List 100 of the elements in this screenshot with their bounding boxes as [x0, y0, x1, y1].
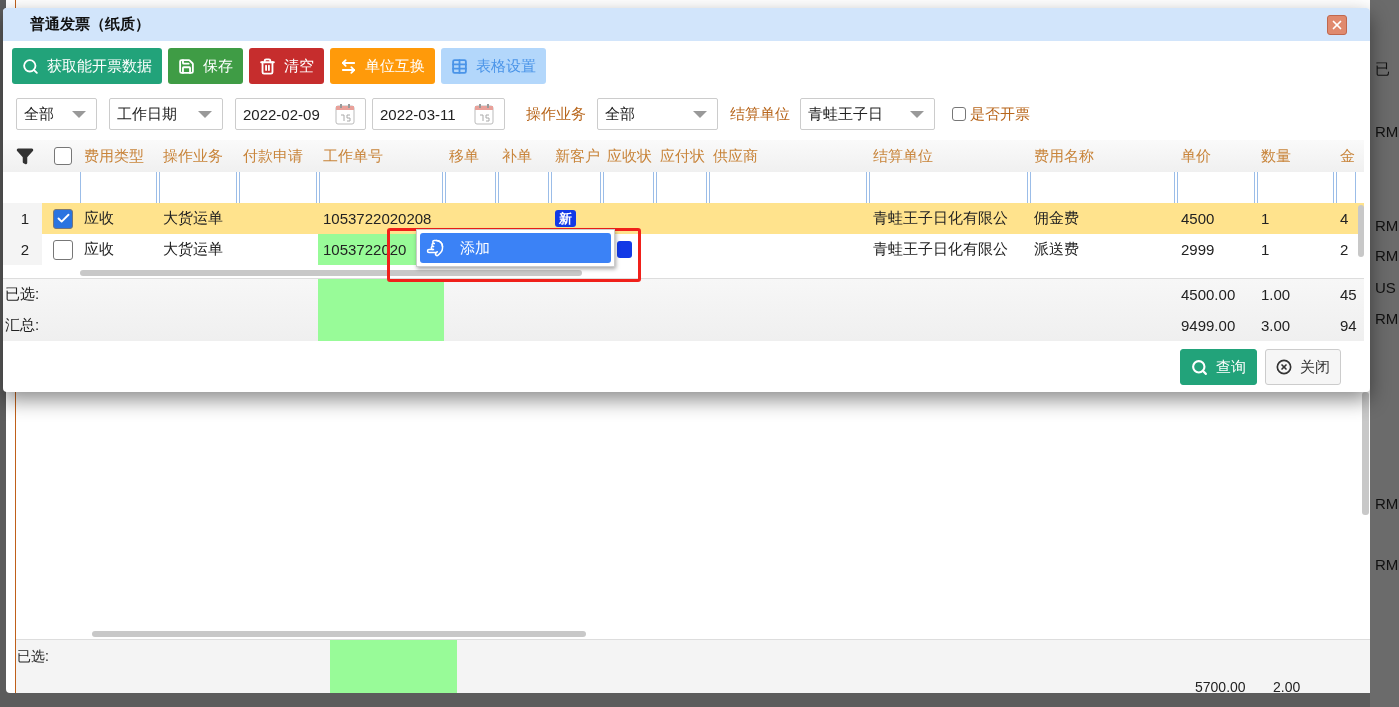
table-cell: 4500 — [1181, 210, 1215, 227]
column-header[interactable]: 付款申请 — [243, 146, 303, 166]
column-header[interactable]: 操作业务 — [163, 146, 223, 166]
caret-icon — [198, 110, 212, 118]
table-cell: RM — [1375, 556, 1399, 573]
close-icon[interactable] — [1327, 14, 1347, 35]
column-header[interactable]: 单价 — [1181, 146, 1211, 166]
check-icon — [55, 211, 71, 226]
scrollbar[interactable] — [1362, 392, 1369, 515]
table-cell: 应收 — [84, 209, 114, 228]
toolbar-button[interactable]: 保存 — [168, 48, 243, 84]
business-label: 操作业务 — [526, 104, 586, 124]
trash-icon — [259, 57, 276, 75]
column-filter-field[interactable] — [80, 172, 157, 203]
column-header[interactable]: 应付状 — [660, 146, 705, 166]
table-cell: 应收 — [84, 240, 114, 259]
column-header[interactable]: 工作单号 — [323, 146, 383, 166]
table-cell: RM — [1375, 217, 1399, 234]
column-filter-field[interactable] — [1177, 172, 1255, 203]
summary-value: 45 — [1340, 286, 1357, 303]
table-cell: 1053722020208 — [323, 210, 432, 227]
scope-select[interactable]: 全部 — [16, 98, 97, 130]
calendar-icon[interactable] — [335, 103, 355, 125]
column-header[interactable]: 应收状 — [607, 146, 652, 166]
column-header[interactable]: 数量 — [1261, 146, 1291, 166]
table-row[interactable]: 1 应收 大货运单 1053722020208 新 青蛙王子日化有限公 佣金费 4500 1 4 — [3, 203, 1364, 234]
column-header[interactable]: 供应商 — [713, 146, 758, 166]
summary-value: 94 — [1340, 317, 1357, 334]
column-filter-field[interactable] — [551, 172, 601, 203]
summary-label: 已选: — [17, 648, 49, 666]
search-icon — [1191, 358, 1208, 376]
column-header[interactable]: 结算单位 — [873, 146, 933, 166]
column-header[interactable]: 新客户 — [555, 146, 600, 166]
scrollbar[interactable] — [92, 631, 586, 637]
query-button[interactable]: 查询 — [1180, 349, 1257, 385]
toolbar-button[interactable]: 获取能开票数据 — [12, 48, 162, 84]
dialog-title: 普通发票（纸质） — [30, 15, 150, 34]
close-button[interactable]: 关闭 — [1265, 349, 1341, 385]
summary-value: 4500.00 — [1181, 286, 1236, 303]
invoiced-checkbox[interactable]: 是否开票 — [952, 104, 1030, 124]
date-field[interactable]: 2022-02-09 — [235, 98, 366, 130]
table-cell: 已 — [1375, 60, 1390, 79]
table-cell: RM — [1375, 495, 1399, 512]
column-header[interactable]: 金 — [1340, 146, 1355, 166]
swap-arrows-icon — [340, 57, 357, 75]
column-filter-field[interactable] — [1336, 172, 1356, 203]
table-cell: 4 — [1340, 210, 1349, 227]
settlement-select[interactable]: 青蛙王子日 — [800, 98, 935, 130]
column-filter-field[interactable] — [498, 172, 549, 203]
table-cell: 1 — [1261, 241, 1270, 258]
column-filter-field[interactable] — [869, 172, 1028, 203]
table-cell: 2999 — [1181, 241, 1215, 258]
column-filter-field[interactable] — [239, 172, 317, 203]
table-cell: 派送费 — [1034, 240, 1079, 259]
column-filter-field[interactable] — [1257, 172, 1334, 203]
calendar-icon[interactable] — [474, 103, 494, 125]
business-select[interactable]: 全部 — [597, 98, 718, 130]
column-header[interactable]: 补单 — [502, 146, 532, 166]
column-header[interactable]: 费用名称 — [1034, 146, 1094, 166]
caret-icon — [693, 110, 707, 118]
row-number: 1 — [20, 210, 30, 227]
hand-icon — [426, 239, 444, 257]
summary-value: 2.00 — [1273, 679, 1301, 695]
menu-item[interactable]: 添加 — [420, 233, 611, 263]
filter-icon[interactable] — [16, 147, 34, 165]
column-filter-field[interactable] — [1030, 172, 1175, 203]
summary-value: 9499.00 — [1181, 317, 1236, 334]
row-checkbox[interactable] — [53, 239, 73, 260]
column-filter-field[interactable] — [603, 172, 654, 203]
date-field[interactable]: 2022-03-11 — [372, 98, 505, 130]
status-badge: 新 — [555, 210, 576, 227]
column-filter-field[interactable] — [709, 172, 867, 203]
table-cell: US — [1375, 279, 1396, 296]
table-cell: 佣金费 — [1034, 209, 1079, 228]
table-cell: 青蛙王子日化有限公 — [873, 209, 1008, 228]
summary-label: 汇总: — [5, 316, 40, 335]
toolbar-button[interactable]: 单位互换 — [330, 48, 435, 84]
column-header[interactable]: 费用类型 — [84, 146, 144, 166]
select-all-checkbox[interactable] — [54, 147, 72, 165]
date-type-select[interactable]: 工作日期 — [109, 98, 223, 130]
row-number: 2 — [20, 241, 30, 258]
scrollbar[interactable] — [80, 270, 582, 276]
caret-icon — [72, 110, 86, 118]
scrollbar[interactable] — [1358, 205, 1364, 257]
table-cell: RM — [1375, 310, 1399, 327]
column-filter-field[interactable] — [159, 172, 237, 203]
column-filter-field[interactable] — [319, 172, 443, 203]
row-checkbox[interactable] — [53, 208, 73, 229]
summary-value: 3.00 — [1261, 317, 1291, 334]
table-cell: 2 — [1340, 241, 1349, 258]
toolbar-button[interactable]: 清空 — [249, 48, 324, 84]
summary-label: 已选: — [5, 285, 40, 304]
close-icon — [1276, 359, 1292, 375]
settlement-label: 结算单位 — [730, 104, 790, 124]
table-icon — [451, 57, 468, 75]
summary-value: 1.00 — [1261, 286, 1291, 303]
column-filter-field[interactable] — [656, 172, 707, 203]
column-filter-field[interactable] — [445, 172, 496, 203]
search-icon — [22, 57, 39, 75]
column-header[interactable]: 移单 — [449, 146, 479, 166]
